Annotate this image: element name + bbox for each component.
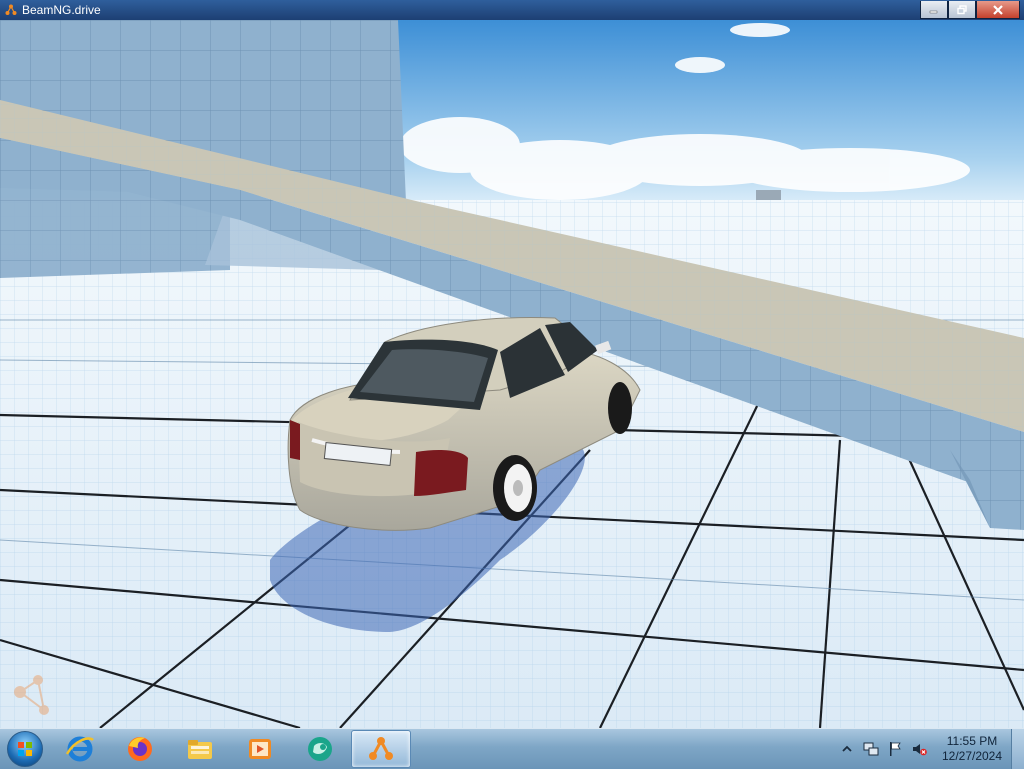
media-player-icon — [245, 734, 275, 764]
close-button[interactable] — [976, 1, 1020, 19]
taillight-right — [414, 450, 468, 496]
window-titlebar: BeamNG.drive — [0, 0, 1024, 20]
taskbar-internet-explorer[interactable] — [51, 731, 109, 767]
taskbar-clock[interactable]: 11:55 PM 12/27/2024 — [937, 734, 1007, 764]
window-title: BeamNG.drive — [22, 3, 101, 17]
clock-date: 12/27/2024 — [941, 749, 1003, 763]
clock-time: 11:55 PM — [946, 734, 998, 748]
front-wheel — [608, 382, 632, 434]
firefox-icon — [125, 734, 155, 764]
taillight-left — [290, 420, 300, 460]
show-desktop-button[interactable] — [1011, 729, 1024, 769]
minimize-icon — [921, 1, 947, 18]
taskbar-file-explorer[interactable] — [171, 731, 229, 767]
system-tray: 11:55 PM 12/27/2024 — [835, 729, 1024, 769]
volume-muted-icon[interactable] — [911, 741, 927, 757]
maximize-icon — [949, 1, 975, 18]
internet-explorer-icon — [65, 734, 95, 764]
taskbar-media-player[interactable] — [231, 731, 289, 767]
teal-app-icon — [305, 734, 335, 764]
start-button[interactable] — [0, 729, 50, 769]
game-viewport[interactable] — [0, 20, 1024, 728]
windows-start-orb-icon — [7, 731, 43, 767]
file-explorer-icon — [185, 734, 215, 764]
taskbar-beamng[interactable] — [351, 730, 411, 768]
maximize-button[interactable] — [948, 1, 976, 19]
close-icon — [977, 1, 1019, 18]
minimize-button[interactable] — [920, 1, 948, 19]
show-hidden-icons-icon[interactable] — [839, 741, 855, 757]
network-icon[interactable] — [863, 741, 879, 757]
beamng-icon — [366, 734, 396, 764]
game-scene — [0, 20, 1024, 728]
taskbar-teal-app[interactable] — [291, 731, 349, 767]
windows-taskbar: 11:55 PM 12/27/2024 — [0, 728, 1024, 769]
taskbar-firefox[interactable] — [111, 731, 169, 767]
beamng-app-icon — [5, 4, 17, 16]
action-center-flag-icon[interactable] — [887, 741, 903, 757]
